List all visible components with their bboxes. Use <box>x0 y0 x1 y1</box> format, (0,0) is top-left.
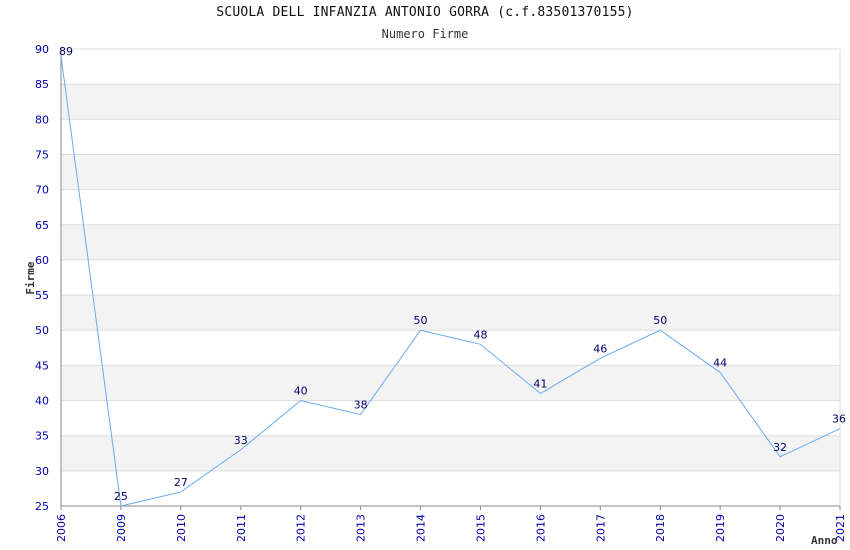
grid-bands <box>61 84 840 471</box>
x-tick-label: 2020 <box>774 514 787 542</box>
grid-band <box>61 365 840 401</box>
x-tick-label: 2012 <box>295 514 308 542</box>
y-tick-label: 25 <box>35 500 49 513</box>
y-tick-label: 55 <box>35 289 49 302</box>
grid-band <box>61 84 840 120</box>
x-tick-label: 2010 <box>175 514 188 542</box>
data-label: 41 <box>533 378 547 391</box>
y-axis-ticks: 25 30 35 40 45 50 55 60 65 70 75 80 85 90 <box>35 43 49 513</box>
x-tick-label: 2006 <box>55 514 68 542</box>
x-axis-title: Anno <box>811 534 838 547</box>
x-tick-label: 2011 <box>235 514 248 542</box>
data-label: 32 <box>773 441 787 454</box>
data-label: 44 <box>713 356 727 369</box>
data-label: 50 <box>414 314 428 327</box>
grid-band <box>61 435 840 471</box>
x-tick-label: 2016 <box>534 514 547 542</box>
grid-band <box>61 154 840 190</box>
x-tick-label: 2014 <box>415 514 428 542</box>
x-tick-label: 2017 <box>594 514 607 542</box>
y-tick-label: 70 <box>35 184 49 197</box>
data-label: 50 <box>653 314 667 327</box>
y-tick-label: 50 <box>35 324 49 337</box>
y-tick-label: 45 <box>35 359 49 372</box>
y-tick-label: 80 <box>35 113 49 126</box>
data-label: 48 <box>473 328 487 341</box>
y-tick-label: 75 <box>35 148 49 161</box>
x-axis-ticks: 2006 2009 2010 2011 2012 2013 2014 2015 2016 2017… <box>55 506 847 542</box>
y-tick-label: 40 <box>35 395 49 408</box>
y-tick-label: 90 <box>35 43 49 56</box>
x-tick-label: 2013 <box>355 514 368 542</box>
y-tick-label: 65 <box>35 219 49 232</box>
data-label: 38 <box>354 399 368 412</box>
y-tick-label: 35 <box>35 430 49 443</box>
data-label: 36 <box>832 413 846 426</box>
data-label: 89 <box>59 45 73 58</box>
line-chart: 25 30 35 40 45 50 55 60 65 70 75 80 85 90 2006 2009 201… <box>24 43 847 547</box>
y-tick-label: 85 <box>35 78 49 91</box>
data-label: 40 <box>294 385 308 398</box>
grid-band <box>61 295 840 331</box>
data-label: 33 <box>234 434 248 447</box>
x-tick-label: 2015 <box>474 514 487 542</box>
grid-band <box>61 224 840 260</box>
data-label: 27 <box>174 476 188 489</box>
x-tick-label: 2009 <box>115 514 128 542</box>
x-tick-label: 2019 <box>714 514 727 542</box>
y-tick-label: 60 <box>35 254 49 267</box>
data-label: 46 <box>593 342 607 355</box>
data-label: 25 <box>114 490 128 503</box>
y-axis-title: Firme <box>24 261 37 294</box>
y-tick-label: 30 <box>35 465 49 478</box>
x-tick-label: 2018 <box>654 514 667 542</box>
